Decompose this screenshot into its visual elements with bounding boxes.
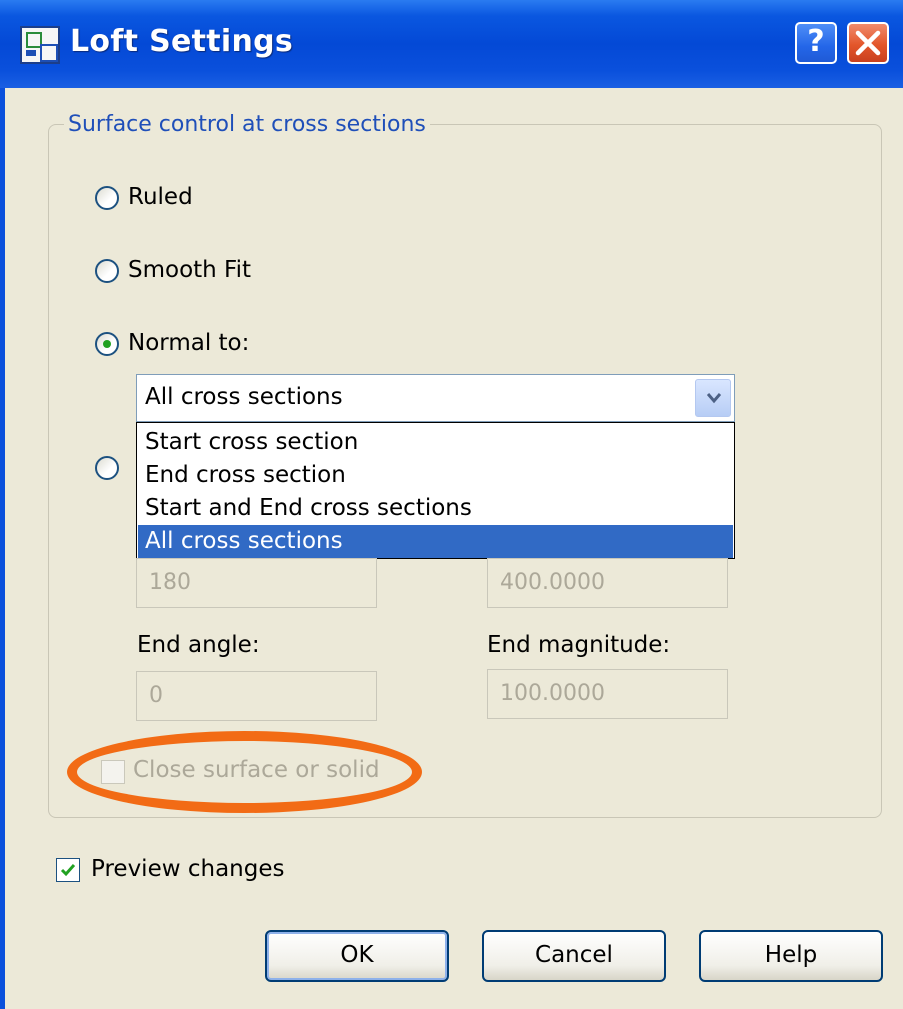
radio-selected-dot — [103, 340, 111, 348]
normal-to-radio[interactable] — [95, 332, 119, 356]
normal-to-combo[interactable]: All cross sections — [136, 374, 735, 422]
window-title: Loft Settings — [70, 24, 294, 59]
window-border — [0, 88, 5, 1009]
end-angle-value: 0 — [149, 683, 163, 708]
ruled-label[interactable]: Ruled — [128, 184, 193, 210]
draft-angles-radio[interactable] — [95, 456, 119, 480]
close-button[interactable] — [847, 22, 889, 64]
start-magnitude-value: 400.0000 — [500, 570, 605, 595]
loft-settings-dialog: Loft Settings ? Surface control at cross… — [0, 0, 903, 1009]
combo-dropdown-button[interactable] — [695, 379, 731, 417]
normal-to-dropdown-list: Start cross section End cross section St… — [136, 422, 735, 559]
normal-to-label[interactable]: Normal to: — [128, 330, 249, 356]
start-magnitude-field[interactable]: 400.0000 — [487, 558, 728, 608]
preview-changes-checkbox[interactable] — [56, 858, 80, 882]
autocad-loft-icon — [20, 26, 60, 64]
cancel-button[interactable]: Cancel — [482, 930, 666, 982]
end-angle-field[interactable]: 0 — [136, 671, 377, 721]
end-angle-label: End angle: — [137, 632, 260, 658]
dropdown-option-start-and-end[interactable]: Start and End cross sections — [138, 492, 733, 525]
help-title-button[interactable]: ? — [795, 22, 837, 64]
checkmark-icon — [60, 864, 76, 877]
close-icon — [855, 30, 881, 56]
ok-button[interactable]: OK — [265, 930, 449, 982]
end-magnitude-value: 100.0000 — [500, 681, 605, 706]
title-bar[interactable]: Loft Settings ? — [0, 0, 903, 88]
surface-control-legend: Surface control at cross sections — [64, 112, 430, 137]
dropdown-option-end[interactable]: End cross section — [138, 459, 733, 492]
highlight-annotation-ellipse — [67, 731, 422, 813]
end-magnitude-field[interactable]: 100.0000 — [487, 669, 728, 719]
start-angle-value: 180 — [149, 570, 191, 595]
dropdown-option-start[interactable]: Start cross section — [138, 426, 733, 459]
start-angle-field[interactable]: 180 — [136, 558, 377, 608]
ruled-radio[interactable] — [95, 186, 119, 210]
preview-changes-label[interactable]: Preview changes — [91, 856, 284, 882]
smooth-fit-label[interactable]: Smooth Fit — [128, 257, 251, 283]
smooth-fit-radio[interactable] — [95, 259, 119, 283]
help-button[interactable]: Help — [699, 930, 883, 982]
combo-value: All cross sections — [145, 384, 343, 410]
end-magnitude-label: End magnitude: — [487, 632, 671, 658]
chevron-down-icon — [707, 393, 721, 404]
dropdown-option-all[interactable]: All cross sections — [138, 525, 733, 558]
